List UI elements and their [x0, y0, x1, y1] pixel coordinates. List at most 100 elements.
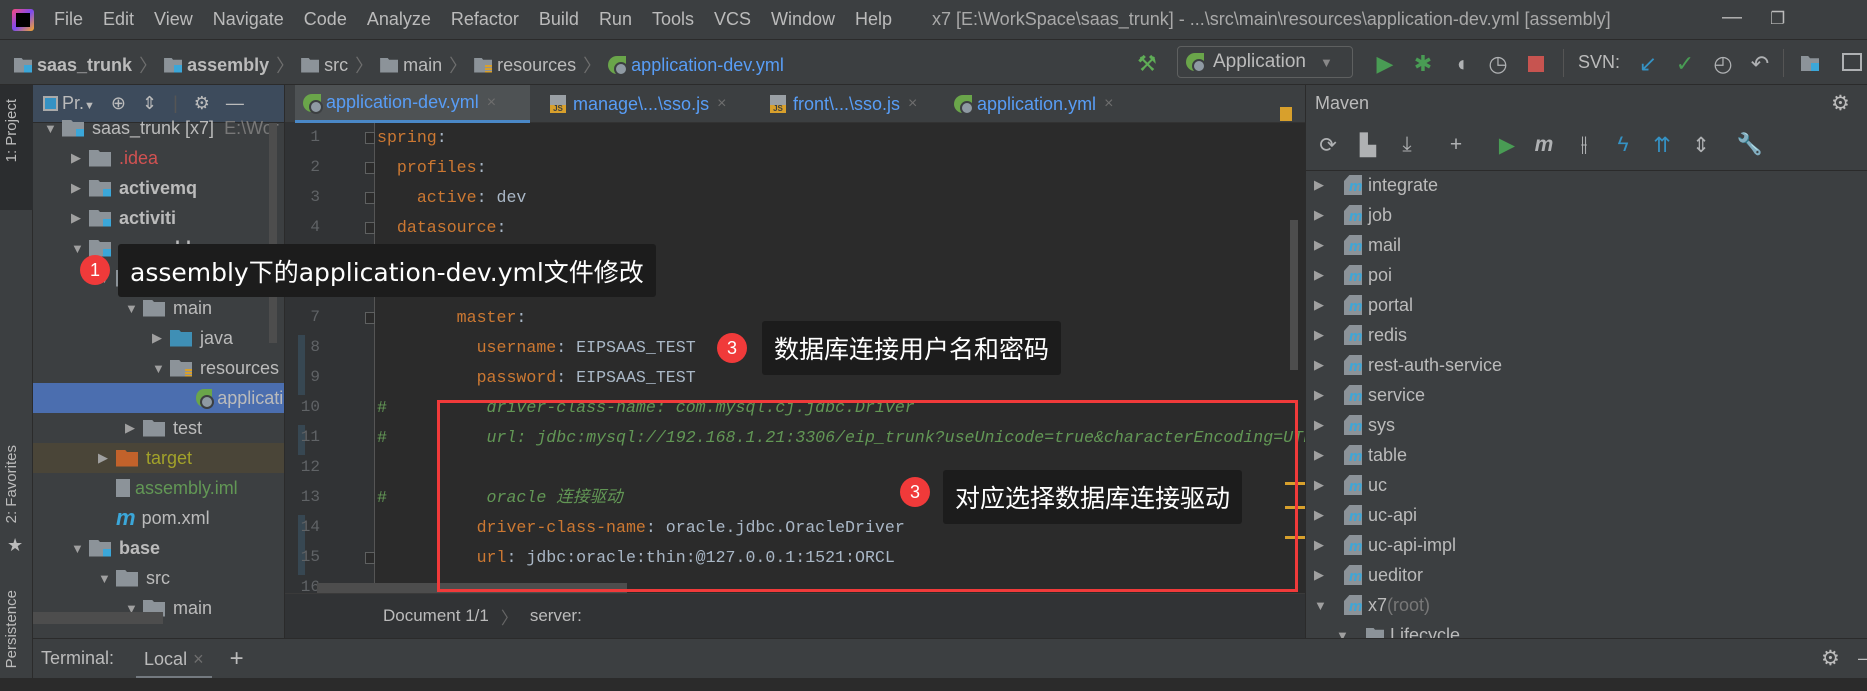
tree-item[interactable]: ▶ test — [33, 413, 284, 443]
build-hammer-icon[interactable]: ⚒ — [1134, 51, 1160, 77]
yaml-path[interactable]: server: — [530, 606, 582, 626]
tree-item[interactable]: assembly.iml — [33, 473, 284, 503]
tree-item[interactable]: ▶ .idea — [33, 143, 284, 173]
run-window-icon[interactable] — [1842, 53, 1862, 71]
tree-item[interactable]: ▶ activiti — [33, 203, 284, 233]
collapsed-arrow-icon[interactable]: ▶ — [98, 450, 116, 466]
fold-marker-icon[interactable] — [365, 312, 375, 324]
project-structure-icon[interactable] — [1801, 56, 1819, 71]
collapsed-arrow-icon[interactable]: ▶ — [1314, 357, 1332, 373]
menu-run[interactable]: Run — [599, 9, 632, 30]
close-icon[interactable]: × — [1104, 95, 1113, 113]
document-indicator[interactable]: Document 1/1 — [383, 606, 489, 626]
maven-project-item[interactable]: ▶ sys — [1306, 410, 1395, 440]
editor-tab[interactable]: JS manage\...\sso.js × — [542, 85, 750, 123]
close-icon[interactable]: × — [487, 94, 496, 112]
inspection-warning-indicator[interactable] — [1280, 107, 1292, 121]
run-icon[interactable]: ▶ — [1372, 51, 1398, 77]
collapsed-arrow-icon[interactable]: ▶ — [1314, 177, 1332, 193]
close-icon[interactable]: × — [717, 95, 726, 113]
collapse-all-icon[interactable]: ⇕ — [142, 93, 157, 114]
maven-project-item[interactable]: ▶ uc — [1306, 470, 1387, 500]
collapsed-arrow-icon[interactable]: ▶ — [71, 210, 89, 226]
collapsed-arrow-icon[interactable]: ▶ — [152, 330, 170, 346]
expanded-arrow-icon[interactable]: ▼ — [71, 241, 89, 256]
menu-code[interactable]: Code — [304, 9, 347, 30]
collapsed-arrow-icon[interactable]: ▶ — [71, 180, 89, 196]
editor-tab[interactable]: JS front\...\sso.js × — [762, 85, 935, 123]
tree-item[interactable]: ▶ target — [33, 443, 284, 473]
download-icon[interactable]: ⤓ — [1393, 133, 1421, 157]
expanded-arrow-icon[interactable]: ▼ — [125, 301, 143, 316]
show-dependencies-icon[interactable]: ⇈ — [1648, 133, 1676, 158]
maven-project-item[interactable]: ▶ rest-auth-service — [1306, 350, 1502, 380]
svn-commit-check-icon[interactable]: ✓ — [1672, 51, 1698, 77]
maven-project-item[interactable]: ▶ job — [1306, 200, 1392, 230]
breadcrumb-item[interactable]: assembly — [187, 55, 269, 76]
collapsed-arrow-icon[interactable]: ▶ — [1314, 237, 1332, 253]
collapsed-arrow-icon[interactable]: ▶ — [1314, 387, 1332, 403]
maven-goal-m-icon[interactable]: m — [1530, 133, 1558, 157]
menu-edit[interactable]: Edit — [103, 9, 134, 30]
maven-project-item[interactable]: ▼ x7 (root) — [1306, 590, 1430, 620]
editor-tab[interactable]: application-dev.yml × — [295, 85, 530, 123]
maven-project-item[interactable]: ▶ table — [1306, 440, 1407, 470]
menu-help[interactable]: Help — [855, 9, 892, 30]
collapsed-arrow-icon[interactable]: ▶ — [1314, 447, 1332, 463]
editor-vertical-scrollbar[interactable] — [1290, 220, 1298, 370]
maven-project-item[interactable]: ▶ service — [1306, 380, 1425, 410]
tree-item[interactable]: ▶ activemq — [33, 173, 284, 203]
menu-navigate[interactable]: Navigate — [213, 9, 284, 30]
menu-refactor[interactable]: Refactor — [451, 9, 519, 30]
maven-project-item[interactable]: ▶ mail — [1306, 230, 1401, 260]
terminal-tab-local[interactable]: Local × — [136, 639, 212, 679]
gear-icon[interactable]: ⚙ — [194, 93, 210, 114]
locate-target-icon[interactable]: ⊕ — [111, 93, 126, 114]
collapse-all-icon[interactable]: ⇕ — [1687, 133, 1715, 158]
menu-vcs[interactable]: VCS — [714, 9, 751, 30]
menu-analyze[interactable]: Analyze — [367, 9, 431, 30]
maven-project-item[interactable]: ▶ poi — [1306, 260, 1392, 290]
tree-item[interactable]: application-dev.yml — [33, 383, 284, 413]
hide-minus-icon[interactable]: — — [1858, 648, 1867, 669]
gear-icon[interactable]: ⚙ — [1831, 91, 1850, 116]
hide-minus-icon[interactable]: — — [226, 93, 244, 114]
new-terminal-plus-icon[interactable]: + — [230, 645, 244, 673]
expanded-arrow-icon[interactable]: ▼ — [1336, 628, 1354, 639]
breadcrumb-item[interactable]: resources — [497, 55, 576, 76]
project-view-selector[interactable]: Pr.▼ — [43, 93, 95, 114]
skip-tests-lightning-icon[interactable]: ϟ — [1609, 133, 1637, 157]
add-plus-icon[interactable]: + — [1442, 133, 1470, 157]
settings-wrench-icon[interactable]: 🔧 — [1736, 133, 1764, 157]
collapsed-arrow-icon[interactable]: ▶ — [1314, 297, 1332, 313]
menu-build[interactable]: Build — [539, 9, 579, 30]
run-icon[interactable]: ▶ — [1493, 133, 1521, 158]
fold-marker-icon[interactable] — [365, 132, 375, 144]
fold-marker-icon[interactable] — [365, 552, 375, 564]
tree-item[interactable]: ▼ main — [33, 293, 284, 323]
vertical-scrollbar[interactable] — [269, 123, 277, 343]
breadcrumb-item[interactable]: application-dev.yml — [631, 55, 784, 76]
history-clock-icon[interactable]: ◴ — [1710, 51, 1736, 77]
collapsed-arrow-icon[interactable]: ▶ — [1314, 267, 1332, 283]
run-config-dropdown[interactable]: Application ▼ — [1177, 46, 1353, 78]
breadcrumb-item[interactable]: main — [403, 55, 442, 76]
profile-icon[interactable]: ◷ — [1485, 51, 1511, 77]
breadcrumb-item[interactable]: src — [324, 55, 348, 76]
breadcrumb-item[interactable]: saas_trunk — [37, 55, 132, 76]
favorites-tool-tab[interactable]: 2: Favorites — [3, 445, 20, 523]
fold-marker-icon[interactable] — [365, 192, 375, 204]
maven-project-item[interactable]: ▶ portal — [1306, 290, 1413, 320]
restore-button[interactable]: ❐ — [1770, 9, 1785, 29]
close-icon[interactable]: × — [193, 649, 204, 669]
tree-item[interactable]: ▼ resources — [33, 353, 284, 383]
menu-window[interactable]: Window — [771, 9, 835, 30]
collapsed-arrow-icon[interactable]: ▶ — [1314, 507, 1332, 523]
expanded-arrow-icon[interactable]: ▼ — [71, 541, 89, 556]
debug-bug-icon[interactable]: ✱ — [1410, 51, 1436, 77]
tree-item[interactable]: m pom.xml — [33, 503, 284, 533]
stop-icon[interactable] — [1528, 56, 1544, 72]
maven-project-item[interactable]: ▶ uc-api — [1306, 500, 1417, 530]
collapsed-arrow-icon[interactable]: ▶ — [125, 420, 143, 436]
maven-project-item[interactable]: ▶ integrate — [1306, 170, 1438, 200]
